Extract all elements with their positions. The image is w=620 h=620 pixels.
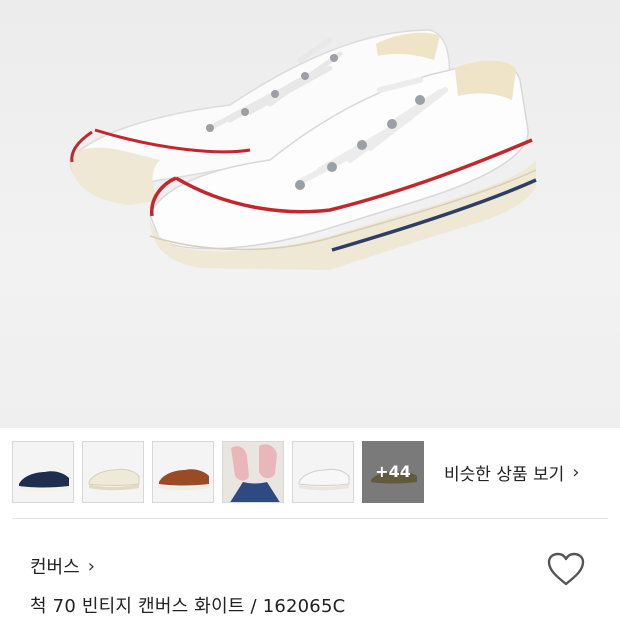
white-sneaker-thumbnail[interactable] xyxy=(292,441,354,503)
heart-outline-icon[interactable] xyxy=(546,551,586,587)
white-sneaker-image xyxy=(298,468,350,491)
similar-products-link[interactable]: 비슷한 상품 보기 › xyxy=(444,460,580,485)
product-main-image[interactable] xyxy=(0,0,620,428)
chevron-right-icon: › xyxy=(572,462,580,483)
brand-link[interactable]: 컨버스 › xyxy=(30,553,95,579)
brand-name: 컨버스 xyxy=(30,557,80,578)
product-title: 척 70 빈티지 캔버스 화이트 / 162065C xyxy=(30,596,346,617)
similar-products-label: 비슷한 상품 보기 xyxy=(444,465,565,485)
brown-sneaker-thumbnail[interactable] xyxy=(152,441,214,503)
navy-sneaker-thumbnail[interactable] xyxy=(12,441,74,503)
more-images-count: +44 xyxy=(375,462,411,481)
pink-sneaker-image xyxy=(223,442,283,502)
pink-sneaker-worn-thumbnail[interactable] xyxy=(222,441,284,503)
brown-sneaker-image xyxy=(159,469,209,491)
section-divider xyxy=(12,518,608,519)
cream-sneaker-thumbnail[interactable] xyxy=(82,441,144,503)
navy-sneaker-image xyxy=(19,471,69,492)
more-images-thumbnail[interactable]: +44 xyxy=(362,441,424,503)
thumbnail-strip: +44 xyxy=(12,441,424,505)
sneakers-illustration xyxy=(69,29,537,270)
chevron-right-icon: › xyxy=(87,555,95,577)
cream-sneaker-image xyxy=(88,468,140,491)
